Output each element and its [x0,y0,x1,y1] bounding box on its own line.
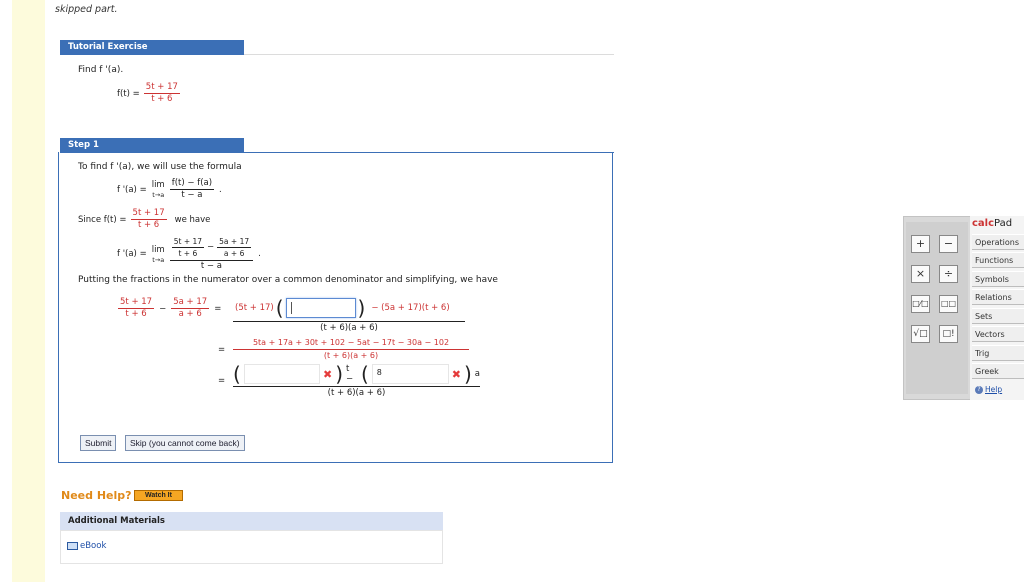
eq2-fraction: 5ta + 17a + 30t + 102 − 5at − 17t − 30a … [233,337,469,362]
calcpad-tab-greek[interactable]: Greek [972,363,1024,379]
step1-intro: To find f '(a), we will use the formula [78,162,242,172]
minus-key[interactable]: − [939,235,958,253]
header-divider [244,54,614,55]
since-fraction: 5t + 17 t + 6 [130,208,167,230]
left-margin-stripe [12,0,45,582]
step1-header: Step 1 [60,138,244,153]
help-icon: ? [975,385,983,394]
incorrect-x-icon-1: ✖ [323,367,333,381]
function-numerator: 5t + 17 [143,82,180,94]
function-fraction: 5t + 17 t + 6 [143,82,180,105]
function-lhs: f(t) = [117,88,140,99]
limit-operator-2: lim t→a [151,244,165,264]
additional-materials-box [60,530,443,564]
putting-text: Putting the fractions in the numerator o… [78,275,498,285]
calcpad-tab-vectors[interactable]: Vectors [972,326,1024,342]
plus-key[interactable]: + [911,235,930,253]
skip-button[interactable]: Skip (you cannot come back) [125,435,245,451]
formula-lhs: f '(a) = [117,184,147,195]
function-definition: f(t) = 5t + 17 t + 6 [117,82,180,105]
calcpad-tab-trig[interactable]: Trig [972,345,1024,361]
calcpad-tab-symbols[interactable]: Symbols [972,271,1024,287]
calcpad-tab-relations[interactable]: Relations [972,289,1024,305]
answer-input-1[interactable] [285,298,356,318]
factorial-key[interactable]: □! [939,325,958,343]
sqrt-key[interactable]: √□ [911,325,930,343]
formula-fraction: f(t) − f(a) t − a [169,178,215,200]
eq1-right-fraction: 5a + 17 a + 6 [171,297,210,319]
skipped-part-text: skipped part. [55,4,118,15]
answer-input-3[interactable]: 8 [371,364,449,384]
eq3-denominator: (t + 6)(a + 6) [327,388,386,398]
divide-key[interactable]: ÷ [939,265,958,283]
eq3-fraction: ( ✖ ) t − ( 8 ✖ ) a (t + 6)(a + 6) [233,362,480,398]
submit-button[interactable]: Submit [80,435,117,451]
function-denominator: t + 6 [151,94,173,104]
derivative-formula: f '(a) = lim t→a f(t) − f(a) t − a . [117,178,222,200]
eq1-left-fraction: 5t + 17 t + 6 [118,297,155,319]
tutorial-exercise-header: Tutorial Exercise [60,40,244,55]
eq1-big-fraction: (5t + 17) ( ) − (5a + 17)(t + 6) (t + 6)… [233,295,465,334]
times-key[interactable]: × [911,265,930,283]
fraction-key[interactable]: □⁄□ [911,295,930,313]
calcpad-help-link[interactable]: ? Help [975,385,1002,394]
additional-materials-header: Additional Materials [60,512,443,530]
since-statement: Since f(t) = 5t + 17 t + 6 we have [78,208,211,230]
inner-fraction-t: 5t + 17 t + 6 [171,237,205,258]
equation-row-1: 5t + 17 t + 6 − 5a + 17 a + 6 = [118,297,222,319]
find-prompt: Find f '(a). [78,65,124,75]
calcpad-tab-sets[interactable]: Sets [972,308,1024,324]
calcpad-tab-functions[interactable]: Functions [972,252,1024,268]
exponent-key[interactable]: □□ [939,295,958,313]
answer-input-2[interactable] [243,364,321,384]
need-help-label: Need Help? [61,489,132,502]
book-icon [67,542,78,550]
compound-fraction: 5t + 17 t + 6 − 5a + 17 a + 6 t − a [169,236,254,272]
calcpad-tab-operations[interactable]: Operations [972,234,1024,250]
incorrect-x-icon-2: ✖ [451,367,461,381]
limit-operator: lim t→a [151,180,165,199]
derivative-substituted: f '(a) = lim t→a 5t + 17 t + 6 − 5a + 17… [117,236,261,272]
eq1-denominator: (t + 6)(a + 6) [320,323,378,333]
ebook-link[interactable]: eBook [67,541,106,551]
inner-fraction-a: 5a + 17 a + 6 [217,237,252,258]
calcpad-title: calcPad [972,218,1013,229]
watch-it-button[interactable]: Watch It [134,490,183,501]
